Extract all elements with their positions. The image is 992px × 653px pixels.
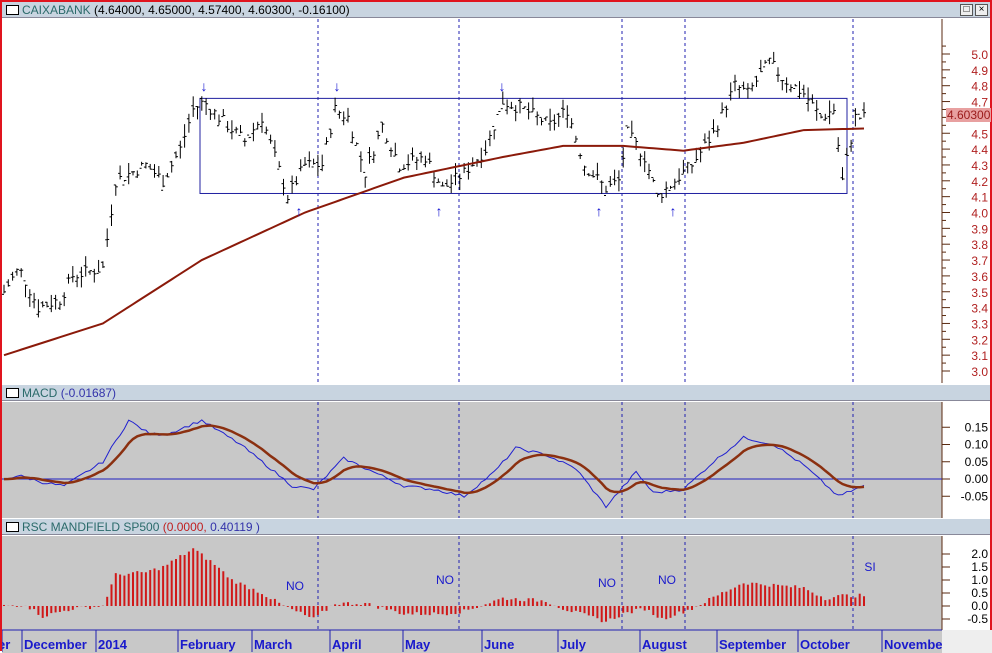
y-tick-label: 1.0 [971,573,988,587]
rsc-panel-header: RSC MANDFIELD SP500 (0.0000, 0.40119 ) [2,519,990,535]
close-button[interactable]: × [975,4,988,16]
macd-plot-bg [2,402,942,518]
month-label: July [560,637,587,652]
signal-annotation: SI [864,560,875,574]
month-label: April [332,637,362,652]
panel-toggle-box[interactable] [6,388,19,398]
y-tick-label: 3.0 [971,365,988,379]
month-label: er [2,637,10,652]
price-title: CAIXABANK [22,3,91,17]
y-tick-label: 2.0 [971,547,988,561]
rsc-title: RSC MANDFIELD SP500 [22,520,160,534]
price-chart: 3.0 3.1 3.2 3.33.4 3.5 3.6 3.7 3.8 3.94.0 4.1 4.2 4… [2,19,988,383]
y-tick-label: 0.0 [971,599,988,613]
signal-annotation: NO [658,573,676,587]
up-arrow-icon: ↑ [596,203,603,219]
y-tick-label: 0.05 [965,455,989,469]
price-panel-header: CAIXABANK (4.64000, 4.65000, 4.57400, 4.… [2,2,990,18]
y-tick-label: 4.0 [971,207,988,221]
signal-annotation: NO [598,576,616,590]
y-tick-label: 4.5 [971,127,988,141]
y-tick-label: 0.15 [965,420,989,434]
month-label: December [24,637,87,652]
y-tick-label: 3.1 [971,349,988,363]
y-tick-label: 4.2 [971,175,988,189]
axis-corner [942,630,992,653]
up-arrow-icon: ↑ [670,203,677,219]
month-label: 2014 [98,637,128,652]
y-tick-label: 3.3 [971,317,988,331]
up-arrow-icon: ↑ [296,203,303,219]
y-tick-label: -0.05 [961,489,989,503]
month-label: March [254,637,292,652]
month-label: November [884,637,948,652]
macd-value: (-0.01687) [60,386,117,400]
macd-title: MACD [22,386,58,400]
month-label: February [180,637,236,652]
y-tick-label: 0.10 [965,438,989,452]
signal-annotation: NO [436,573,454,587]
y-tick-label: 1.5 [971,560,988,574]
down-arrow-icon: ↓ [201,78,208,94]
month-label: May [405,637,431,652]
range-rectangle [199,97,848,194]
month-label: August [642,637,687,652]
rsc-value-a: (0.0000, [162,520,207,534]
y-tick-label: 3.9 [971,222,988,236]
y-tick-label: 3.4 [971,302,988,316]
y-tick-label: 4.9 [971,64,988,78]
rsc-value-b: 0.40119 ) [210,520,260,534]
panel-toggle-box[interactable] [6,5,19,15]
macd-panel-header: MACD (-0.01687) [2,385,990,401]
y-tick-label: 3.6 [971,270,988,284]
month-label: October [800,637,850,652]
y-tick-label: 4.8 [971,80,988,94]
y-tick-label: 0.5 [971,586,988,600]
down-arrow-icon: ↓ [334,78,341,94]
y-tick-label: 4.3 [971,159,988,173]
panel-toggle-box[interactable] [6,522,19,532]
rsc-plot-bg [2,536,942,630]
y-tick-label: 3.2 [971,333,988,347]
y-tick-label: 3.8 [971,238,988,252]
y-tick-label: 0.00 [965,472,989,486]
y-tick-label: 3.5 [971,286,988,300]
maximize-button[interactable]: □ [960,4,973,16]
y-tick-label: 5.0 [971,48,988,62]
month-label: June [484,637,514,652]
y-tick-label: 4.4 [971,143,988,157]
y-tick-label: 4.1 [971,191,988,205]
up-arrow-icon: ↑ [436,203,443,219]
last-price-label: 4.60300 [946,108,992,122]
price-values: (4.64000, 4.65000, 4.57400, 4.60300, -0.… [94,3,350,17]
down-arrow-icon: ↓ [499,78,506,94]
y-tick-label: 3.7 [971,254,988,268]
sma-line [3,127,865,357]
macd-chart: 0.15 0.10 0.05 0.00 -0.05 [2,402,989,518]
month-label: September [719,637,786,652]
y-tick-label: -0.5 [967,612,988,626]
rsc-chart: 2.01.51.00.50.0-0.5 NO NO NO NO SI er December 2… [2,536,992,653]
signal-annotation: NO [286,579,304,593]
